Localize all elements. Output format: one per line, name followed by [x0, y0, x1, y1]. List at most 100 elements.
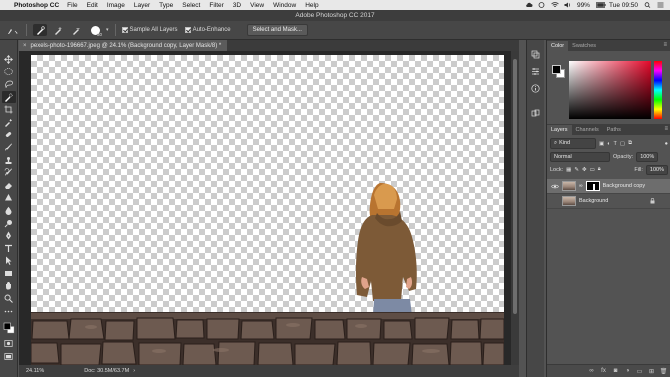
more-tools-icon[interactable]	[2, 305, 16, 318]
sample-all-layers-checkbox[interactable]: Sample All Layers	[121, 27, 178, 33]
add-mask-icon[interactable]: ◙	[612, 368, 619, 375]
menu-help[interactable]: Help	[305, 2, 318, 9]
battery-icon[interactable]	[596, 2, 606, 8]
type-tool-icon[interactable]	[2, 242, 16, 255]
zoom-level[interactable]: 24.11%	[26, 368, 44, 374]
new-selection-icon[interactable]	[33, 24, 47, 36]
properties-panel-icon[interactable]	[531, 67, 541, 76]
adjustment-layer-icon[interactable]: ◑	[624, 368, 631, 375]
layer-row[interactable]: ∞ Background copy	[547, 179, 670, 194]
history-brush-tool-icon[interactable]	[2, 166, 16, 179]
wifi-icon[interactable]	[551, 2, 559, 8]
menu-window[interactable]: Window	[273, 2, 296, 9]
hue-slider[interactable]	[654, 61, 662, 119]
filter-toggle-icon[interactable]: ●	[665, 141, 668, 147]
eye-icon[interactable]	[550, 182, 559, 191]
filter-shape-icon[interactable]: ▢	[620, 141, 625, 147]
document-canvas[interactable]	[31, 55, 504, 365]
status-menu-arrow-icon[interactable]: ›	[133, 368, 135, 374]
fill-input[interactable]: 100%	[645, 164, 668, 175]
layer-mask-thumbnail[interactable]	[585, 181, 600, 191]
tab-layers[interactable]: Layers	[547, 125, 572, 135]
filter-adjustment-icon[interactable]: ◐	[607, 141, 610, 147]
menu-filter[interactable]: Filter	[209, 2, 223, 9]
marquee-tool-icon[interactable]	[2, 66, 16, 79]
new-group-icon[interactable]: ▭	[636, 368, 643, 375]
cloud-icon[interactable]	[525, 2, 533, 8]
panel-menu-icon[interactable]: ≡	[663, 42, 667, 48]
add-to-selection-icon[interactable]	[51, 24, 65, 36]
clone-stamp-tool-icon[interactable]	[2, 154, 16, 167]
close-icon[interactable]: ×	[23, 43, 27, 49]
lock-position-icon[interactable]: ✥	[582, 167, 587, 173]
menu-file[interactable]: File	[67, 2, 77, 9]
panel-menu-icon[interactable]: ≡	[664, 126, 668, 132]
hand-tool-icon[interactable]	[2, 280, 16, 293]
pen-tool-icon[interactable]	[2, 229, 16, 242]
gradient-tool-icon[interactable]	[2, 192, 16, 205]
menu-select[interactable]: Select	[182, 2, 200, 9]
link-layers-icon[interactable]: ∞	[588, 368, 595, 375]
crop-tool-icon[interactable]	[2, 103, 16, 116]
filter-kind-dropdown[interactable]: ⌕ Kind	[550, 138, 596, 149]
move-tool-icon[interactable]	[2, 53, 16, 66]
lock-transparent-icon[interactable]: ▦	[566, 167, 571, 173]
path-selection-tool-icon[interactable]	[2, 255, 16, 268]
blend-mode-dropdown[interactable]: Normal	[550, 151, 610, 162]
layer-thumbnail[interactable]	[562, 196, 576, 206]
scrollbar-thumb[interactable]	[513, 59, 517, 314]
opacity-input[interactable]: 100%	[636, 151, 659, 162]
checkbox-checked-icon[interactable]	[121, 27, 128, 33]
clock[interactable]: Tue 09:50	[609, 2, 638, 9]
tab-channels[interactable]: Channels	[572, 125, 603, 135]
screen-mode-icon[interactable]	[2, 350, 16, 363]
lasso-tool-icon[interactable]	[2, 78, 16, 91]
layer-thumbnail[interactable]	[562, 181, 576, 191]
list-icon[interactable]	[657, 2, 664, 8]
filter-type-icon[interactable]: T	[614, 141, 617, 147]
notification-icon[interactable]	[538, 2, 545, 8]
doc-size[interactable]: Doc: 30.5M/63.7M	[84, 368, 129, 374]
menu-view[interactable]: View	[250, 2, 264, 9]
subtract-from-selection-icon[interactable]	[69, 24, 83, 36]
healing-brush-tool-icon[interactable]	[2, 129, 16, 142]
lock-image-icon[interactable]: ✎	[574, 167, 579, 173]
auto-enhance-checkbox[interactable]: Auto-Enhance	[184, 27, 231, 33]
blur-tool-icon[interactable]	[2, 204, 16, 217]
link-icon[interactable]: ∞	[579, 183, 583, 189]
vertical-scrollbar[interactable]	[511, 51, 519, 365]
lock-all-icon[interactable]: 🔒︎	[598, 166, 601, 173]
eye-hidden-icon[interactable]	[550, 197, 559, 206]
info-panel-icon[interactable]	[531, 84, 541, 93]
tab-swatches[interactable]: Swatches	[568, 41, 600, 51]
rectangle-tool-icon[interactable]	[2, 267, 16, 280]
tool-preset-picker[interactable]	[6, 24, 20, 36]
filter-smart-object-icon[interactable]: ⧉	[628, 140, 632, 147]
menu-type[interactable]: Type	[159, 2, 173, 9]
brush-dropdown-icon[interactable]: ▾	[106, 27, 109, 33]
zoom-tool-icon[interactable]	[2, 292, 16, 305]
menu-image[interactable]: Image	[107, 2, 125, 9]
menu-edit[interactable]: Edit	[87, 2, 98, 9]
eyedropper-tool-icon[interactable]	[2, 116, 16, 129]
foreground-background-color-icon[interactable]	[2, 319, 16, 337]
foreground-color-swatch[interactable]	[552, 65, 561, 74]
delete-layer-icon[interactable]: 🗑︎	[660, 368, 668, 375]
lock-artboard-icon[interactable]: ▭	[590, 167, 595, 173]
volume-icon[interactable]	[564, 2, 571, 8]
menu-3d[interactable]: 3D	[233, 2, 241, 9]
layer-row[interactable]: Background	[547, 194, 670, 209]
color-picker-field[interactable]	[569, 61, 651, 119]
quick-selection-tool-icon[interactable]	[1, 90, 16, 104]
tab-color[interactable]: Color	[547, 41, 569, 51]
filter-pixel-icon[interactable]: ▣	[599, 141, 604, 147]
checkbox-checked-icon[interactable]	[184, 27, 191, 33]
libraries-panel-icon[interactable]	[531, 109, 541, 118]
eraser-tool-icon[interactable]	[2, 179, 16, 192]
tab-paths[interactable]: Paths	[603, 125, 625, 135]
app-menu[interactable]: Photoshop CC	[14, 2, 59, 9]
dodge-tool-icon[interactable]	[2, 217, 16, 230]
new-layer-icon[interactable]: ⊞	[648, 368, 655, 375]
canvas-area[interactable]	[19, 51, 519, 365]
history-panel-icon[interactable]	[531, 50, 541, 59]
